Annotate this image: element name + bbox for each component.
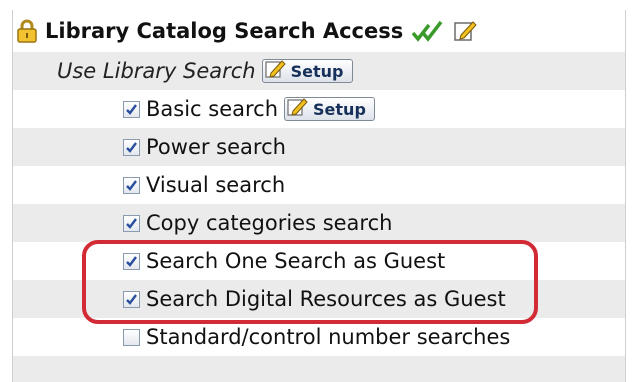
copy-categories-search-label: Copy categories search bbox=[146, 211, 393, 235]
list-item-visual-search: Visual search bbox=[13, 166, 625, 204]
search-one-search-guest-label: Search One Search as Guest bbox=[146, 249, 446, 273]
edit-pencil-icon bbox=[287, 97, 309, 121]
visual-search-label: Visual search bbox=[146, 173, 286, 197]
section-header: Library Catalog Search Access bbox=[13, 10, 625, 52]
section-title: Library Catalog Search Access bbox=[45, 19, 404, 43]
edit-pencil-icon bbox=[265, 59, 287, 83]
list-item-next-row bbox=[13, 356, 625, 382]
list-item-basic-search: Basic search Setup bbox=[13, 90, 625, 128]
standard-control-number-label: Standard/control number searches bbox=[146, 325, 511, 349]
basic-search-label: Basic search bbox=[146, 97, 279, 121]
use-library-search-row: Use Library Search Setup bbox=[13, 52, 625, 90]
lock-icon bbox=[17, 19, 37, 43]
search-digital-resources-guest-label: Search Digital Resources as Guest bbox=[146, 287, 506, 311]
list-item-standard-control-number: Standard/control number searches bbox=[13, 318, 625, 356]
search-one-search-guest-checkbox[interactable] bbox=[123, 252, 140, 270]
list-item-search-one-search-guest: Search One Search as Guest bbox=[13, 242, 625, 280]
list-item-power-search: Power search bbox=[13, 128, 625, 166]
search-digital-resources-guest-checkbox[interactable] bbox=[123, 290, 140, 308]
green-checks-icon[interactable] bbox=[411, 19, 443, 43]
copy-categories-search-checkbox[interactable] bbox=[123, 214, 140, 232]
library-search-access-panel: Library Catalog Search Access Use Librar… bbox=[12, 10, 626, 382]
list-item-search-digital-resources-guest: Search Digital Resources as Guest bbox=[13, 280, 625, 318]
basic-search-checkbox[interactable] bbox=[123, 100, 140, 118]
library-search-setup-button[interactable]: Setup bbox=[261, 59, 353, 83]
visual-search-checkbox[interactable] bbox=[123, 176, 140, 194]
power-search-label: Power search bbox=[146, 135, 286, 159]
basic-search-setup-button[interactable]: Setup bbox=[284, 97, 375, 121]
edit-pencil-icon[interactable] bbox=[453, 19, 477, 43]
use-library-search-label: Use Library Search bbox=[57, 59, 256, 83]
power-search-checkbox[interactable] bbox=[123, 138, 140, 156]
standard-control-number-checkbox[interactable] bbox=[123, 328, 140, 346]
list-item-copy-categories-search: Copy categories search bbox=[13, 204, 625, 242]
